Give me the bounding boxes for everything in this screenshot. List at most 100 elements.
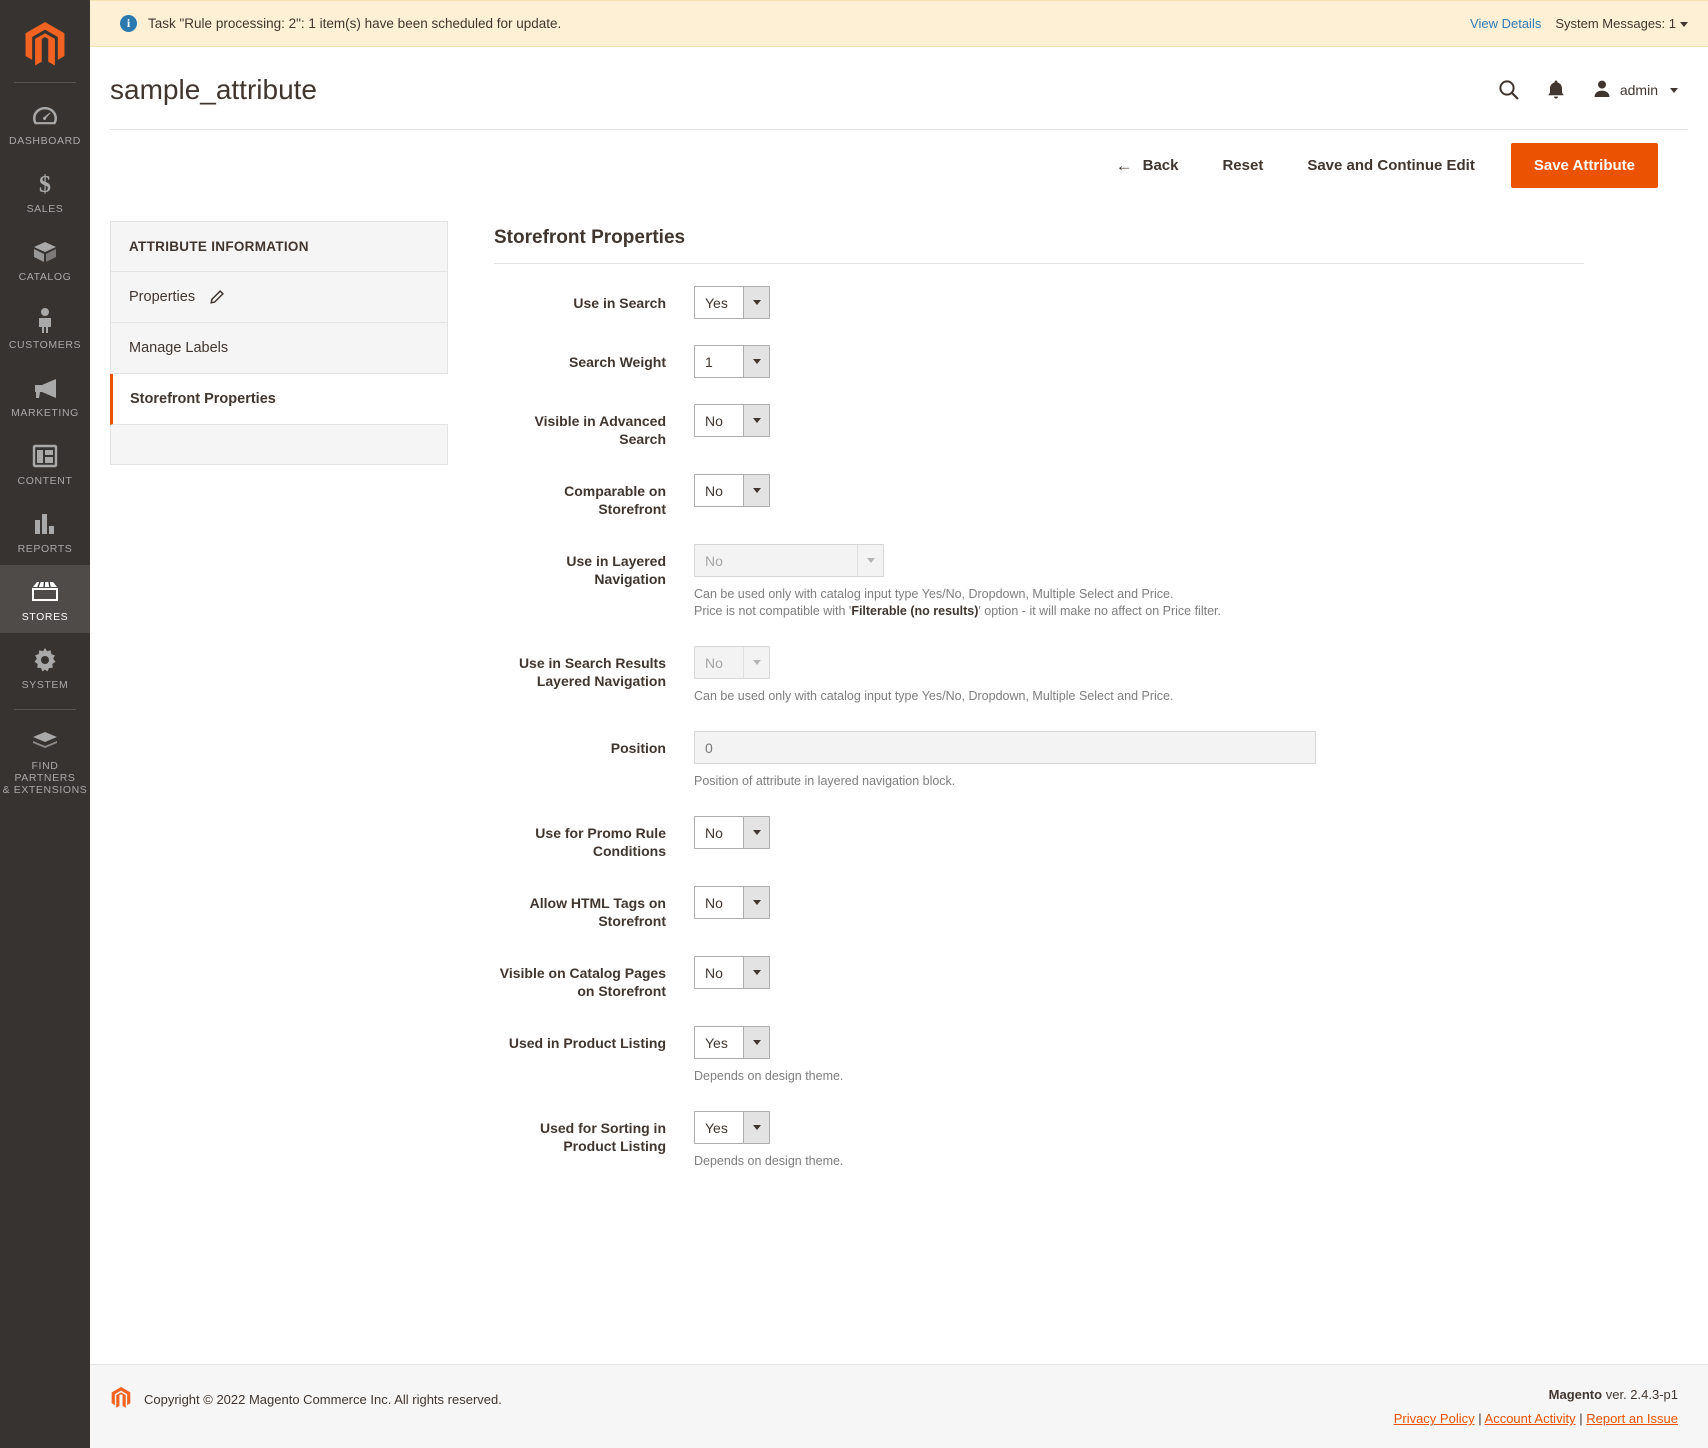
sidebar-item-sales[interactable]: $ SALES (0, 157, 90, 225)
privacy-policy-link[interactable]: Privacy Policy (1394, 1411, 1475, 1426)
sidebar-item-label: STORES (21, 611, 69, 623)
system-message-text: Task "Rule processing: 2": 1 item(s) hav… (148, 16, 562, 31)
footer-links: Privacy Policy | Account Activity | Repo… (1394, 1411, 1678, 1426)
sidebar-divider-top (14, 82, 76, 83)
footer-version: Magento ver. 2.4.3-p1 (1394, 1387, 1678, 1402)
field-use-in-search: Use in Search Yes (494, 286, 1584, 319)
allow-html-tags-on-storefront-select[interactable]: No (694, 886, 770, 919)
page-header: sample_attribute admin (90, 47, 1708, 129)
field-note: Position of attribute in layered navigat… (694, 774, 956, 788)
back-button[interactable]: ← Back (1094, 147, 1201, 184)
system-messages-counter[interactable]: System Messages: 1 (1555, 16, 1688, 31)
chevron-down-icon (743, 817, 769, 848)
tab-label: Manage Labels (129, 340, 229, 356)
report-an-issue-link[interactable]: Report an Issue (1586, 1411, 1678, 1426)
sidebar-item-catalog[interactable]: CATALOG (0, 225, 90, 293)
tab-manage-labels[interactable]: Manage Labels (110, 323, 448, 374)
view-details-link[interactable]: View Details (1470, 16, 1541, 31)
tab-storefront-properties[interactable]: Storefront Properties (110, 374, 448, 425)
position-input[interactable] (694, 731, 1316, 764)
pencil-icon (209, 289, 225, 305)
field-label: Visible in Advanced Search (534, 413, 667, 447)
bell-icon[interactable] (1546, 79, 1566, 101)
tabs-heading: ATTRIBUTE INFORMATION (110, 221, 448, 272)
sidebar-item-marketing[interactable]: MARKETING (0, 361, 90, 429)
sidebar-item-label: CUSTOMERS (8, 339, 82, 351)
sidebar-item-label: CONTENT (17, 475, 73, 487)
system-message-bar: i Task "Rule processing: 2": 1 item(s) h… (90, 0, 1708, 47)
field-use-in-search-results-layered-navigation: Use in Search Results Layered Navigation … (494, 646, 1584, 705)
use-in-search-results-layered-navigation-select: No (694, 646, 770, 679)
select-value: No (705, 412, 723, 429)
field-used-for-sorting-in-product-listing: Used for Sorting in Product Listing Yes D… (494, 1111, 1584, 1170)
use-in-search-select[interactable]: Yes (694, 286, 770, 319)
save-attribute-button[interactable]: Save Attribute (1510, 143, 1658, 188)
field-label: Use in Layered Navigation (566, 553, 666, 587)
chevron-down-icon (743, 405, 769, 436)
field-search-weight: Search Weight 1 (494, 345, 1584, 378)
sidebar-item-dashboard[interactable]: DASHBOARD (0, 89, 90, 157)
select-value: 1 (705, 353, 713, 370)
chevron-down-icon (857, 545, 883, 576)
select-value: No (705, 482, 723, 499)
search-weight-select[interactable]: 1 (694, 345, 770, 378)
chevron-down-icon (743, 346, 769, 377)
field-label: Allow HTML Tags on Storefront (529, 895, 666, 929)
tabs-filler (110, 425, 448, 465)
sidebar-item-content[interactable]: CONTENT (0, 429, 90, 497)
reset-button[interactable]: Reset (1200, 147, 1285, 184)
select-value: Yes (705, 1034, 728, 1051)
field-label: Position (610, 740, 666, 756)
admin-menu[interactable]: admin (1592, 79, 1678, 102)
chevron-down-icon (743, 647, 769, 678)
field-used-in-product-listing: Used in Product Listing Yes Depends on d… (494, 1026, 1584, 1085)
sidebar-item-customers[interactable]: CUSTOMERS (0, 293, 90, 361)
megaphone-icon (31, 373, 59, 403)
sidebar-divider-bottom (14, 709, 76, 710)
save-and-continue-edit-button[interactable]: Save and Continue Edit (1285, 147, 1497, 184)
main-content: i Task "Rule processing: 2": 1 item(s) h… (90, 0, 1708, 1448)
field-label: Use for Promo Rule Conditions (535, 825, 666, 859)
use-for-promo-rule-conditions-select[interactable]: No (694, 816, 770, 849)
select-value: Yes (705, 294, 728, 311)
visible-on-catalog-pages-on-storefront-select[interactable]: No (694, 956, 770, 989)
sidebar-item-label: REPORTS (17, 543, 73, 555)
tab-label: Storefront Properties (130, 391, 276, 407)
search-icon[interactable] (1498, 79, 1520, 101)
section-divider (494, 263, 1584, 264)
account-activity-link[interactable]: Account Activity (1485, 1411, 1576, 1426)
comparable-on-storefront-select[interactable]: No (694, 474, 770, 507)
field-label: Used in Product Listing (508, 1035, 666, 1051)
chevron-down-icon (1680, 22, 1688, 28)
sidebar-item-reports[interactable]: REPORTS (0, 497, 90, 565)
sidebar-item-label: SYSTEM (21, 679, 69, 691)
visible-in-advanced-search-select[interactable]: No (694, 404, 770, 437)
magento-logo[interactable] (0, 12, 90, 82)
storefront-icon (31, 577, 59, 607)
sidebar-item-label: MARKETING (11, 407, 79, 419)
info-icon: i (120, 15, 137, 32)
field-allow-html-tags-on-storefront: Allow HTML Tags on Storefront No (494, 886, 1584, 930)
chevron-down-icon (743, 887, 769, 918)
tab-properties[interactable]: Properties (110, 272, 448, 323)
page-actions-toolbar: ← Back Reset Save and Continue Edit Save… (110, 129, 1688, 201)
sidebar-item-find-partners-extensions[interactable]: FIND PARTNERS & EXTENSIONS (0, 714, 90, 806)
used-for-sorting-in-product-listing-select[interactable]: Yes (694, 1111, 770, 1144)
footer-magento-logo-icon (110, 1387, 132, 1412)
field-note: Can be used only with catalog input type… (694, 587, 1221, 618)
sidebar-item-stores[interactable]: STORES (0, 565, 90, 633)
bar-chart-icon (32, 509, 58, 539)
sidebar-item-label: FIND PARTNERS & EXTENSIONS (2, 760, 88, 796)
field-visible-in-advanced-search: Visible in Advanced Search No (494, 404, 1584, 448)
svg-text:$: $ (39, 172, 51, 197)
magento-logo-icon (25, 22, 65, 66)
field-visible-on-catalog-pages-on-storefront: Visible on Catalog Pages on Storefront No (494, 956, 1584, 1000)
field-label: Visible on Catalog Pages on Storefront (499, 965, 666, 999)
field-label: Use in Search (573, 295, 666, 311)
footer-brand: Magento (1548, 1387, 1603, 1402)
field-position: Position Position of attribute in layere… (494, 731, 1584, 790)
sidebar-item-system[interactable]: SYSTEM (0, 633, 90, 701)
person-icon (35, 305, 55, 335)
sidebar-item-label: DASHBOARD (9, 135, 81, 147)
used-in-product-listing-select[interactable]: Yes (694, 1026, 770, 1059)
